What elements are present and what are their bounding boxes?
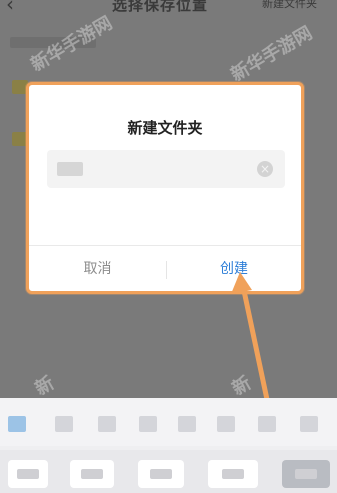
path-breadcrumb [10, 37, 96, 48]
keyboard-tool-icon[interactable] [217, 416, 235, 432]
keyboard-key[interactable] [70, 460, 114, 488]
watermark: 新 [31, 372, 58, 400]
keyboard-tool-icon[interactable] [258, 416, 276, 432]
keyboard-tool-icon[interactable] [8, 416, 26, 432]
soft-keyboard [0, 398, 337, 493]
keyboard-key[interactable] [138, 460, 184, 488]
keyboard-tool-icon[interactable] [98, 416, 116, 432]
create-button[interactable]: 创建 [167, 250, 301, 288]
input-value [57, 160, 85, 178]
keyboard-tool-icon[interactable] [55, 416, 73, 432]
keyboard-key[interactable] [208, 460, 258, 488]
folder-name-input[interactable]: × [47, 150, 285, 188]
page-title: 选择保存位置 [112, 0, 209, 14]
back-chevron-icon[interactable]: ‹ [6, 0, 14, 16]
keyboard-tool-icon[interactable] [178, 416, 196, 432]
new-folder-link[interactable]: 新建文件夹 [262, 0, 317, 11]
keyboard-suggestion-bar [0, 398, 337, 446]
page-header: ‹ 选择保存位置 新建文件夹 [0, 0, 337, 30]
watermark: 新 [228, 372, 255, 400]
keyboard-tool-icon[interactable] [300, 416, 318, 432]
cancel-button[interactable]: 取消 [29, 250, 166, 288]
keyboard-row [0, 450, 337, 493]
new-folder-dialog: 新建文件夹 × 取消 创建 [26, 82, 304, 294]
keyboard-key[interactable] [8, 460, 48, 488]
clear-circle-icon[interactable]: × [257, 161, 273, 177]
keyboard-tool-icon[interactable] [139, 416, 157, 432]
button-divider [29, 245, 301, 246]
dialog-title: 新建文件夹 [127, 119, 203, 137]
backspace-key[interactable] [282, 460, 330, 488]
